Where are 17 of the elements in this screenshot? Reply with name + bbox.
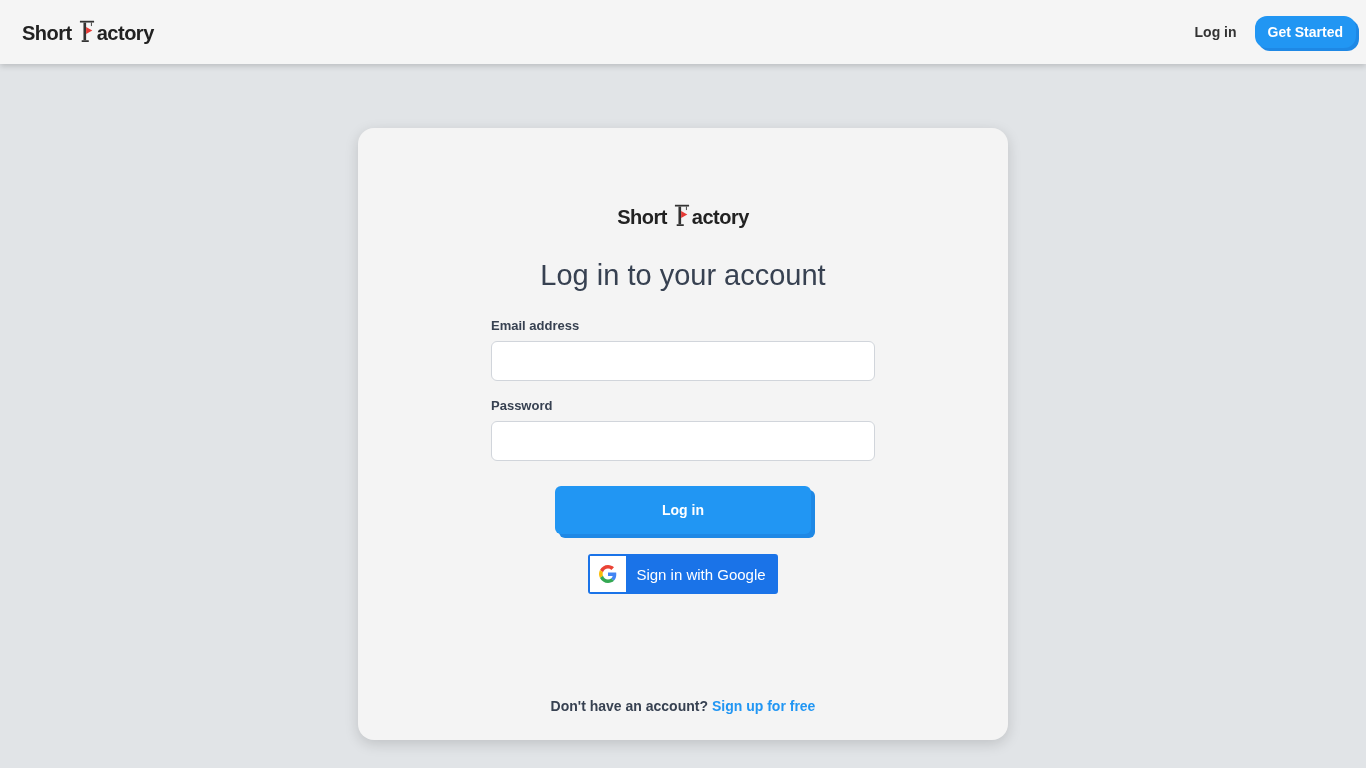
signup-prompt: Don't have an account? — [550, 698, 708, 714]
login-link[interactable]: Log in — [1194, 24, 1237, 40]
field-label: Email address — [491, 318, 581, 333]
get-started-button[interactable]: Get Started — [1254, 16, 1356, 48]
crane-logo-icon — [77, 19, 96, 42]
input-field[interactable] — [491, 341, 875, 381]
field-label: Password — [491, 398, 554, 413]
page-title: Log in to your account — [540, 259, 826, 292]
google-sign-in-button[interactable]: Sign in with Google — [588, 554, 778, 594]
logo-text: actory — [96, 22, 154, 45]
logo-text: Short — [617, 206, 667, 229]
input-field[interactable] — [491, 421, 875, 461]
google-g-icon — [599, 565, 618, 583]
logo-text: Short — [22, 22, 72, 45]
crane-logo-icon — [672, 203, 691, 226]
logo-text: actory — [691, 206, 749, 229]
signup-link[interactable]: Sign up for free — [711, 698, 816, 714]
